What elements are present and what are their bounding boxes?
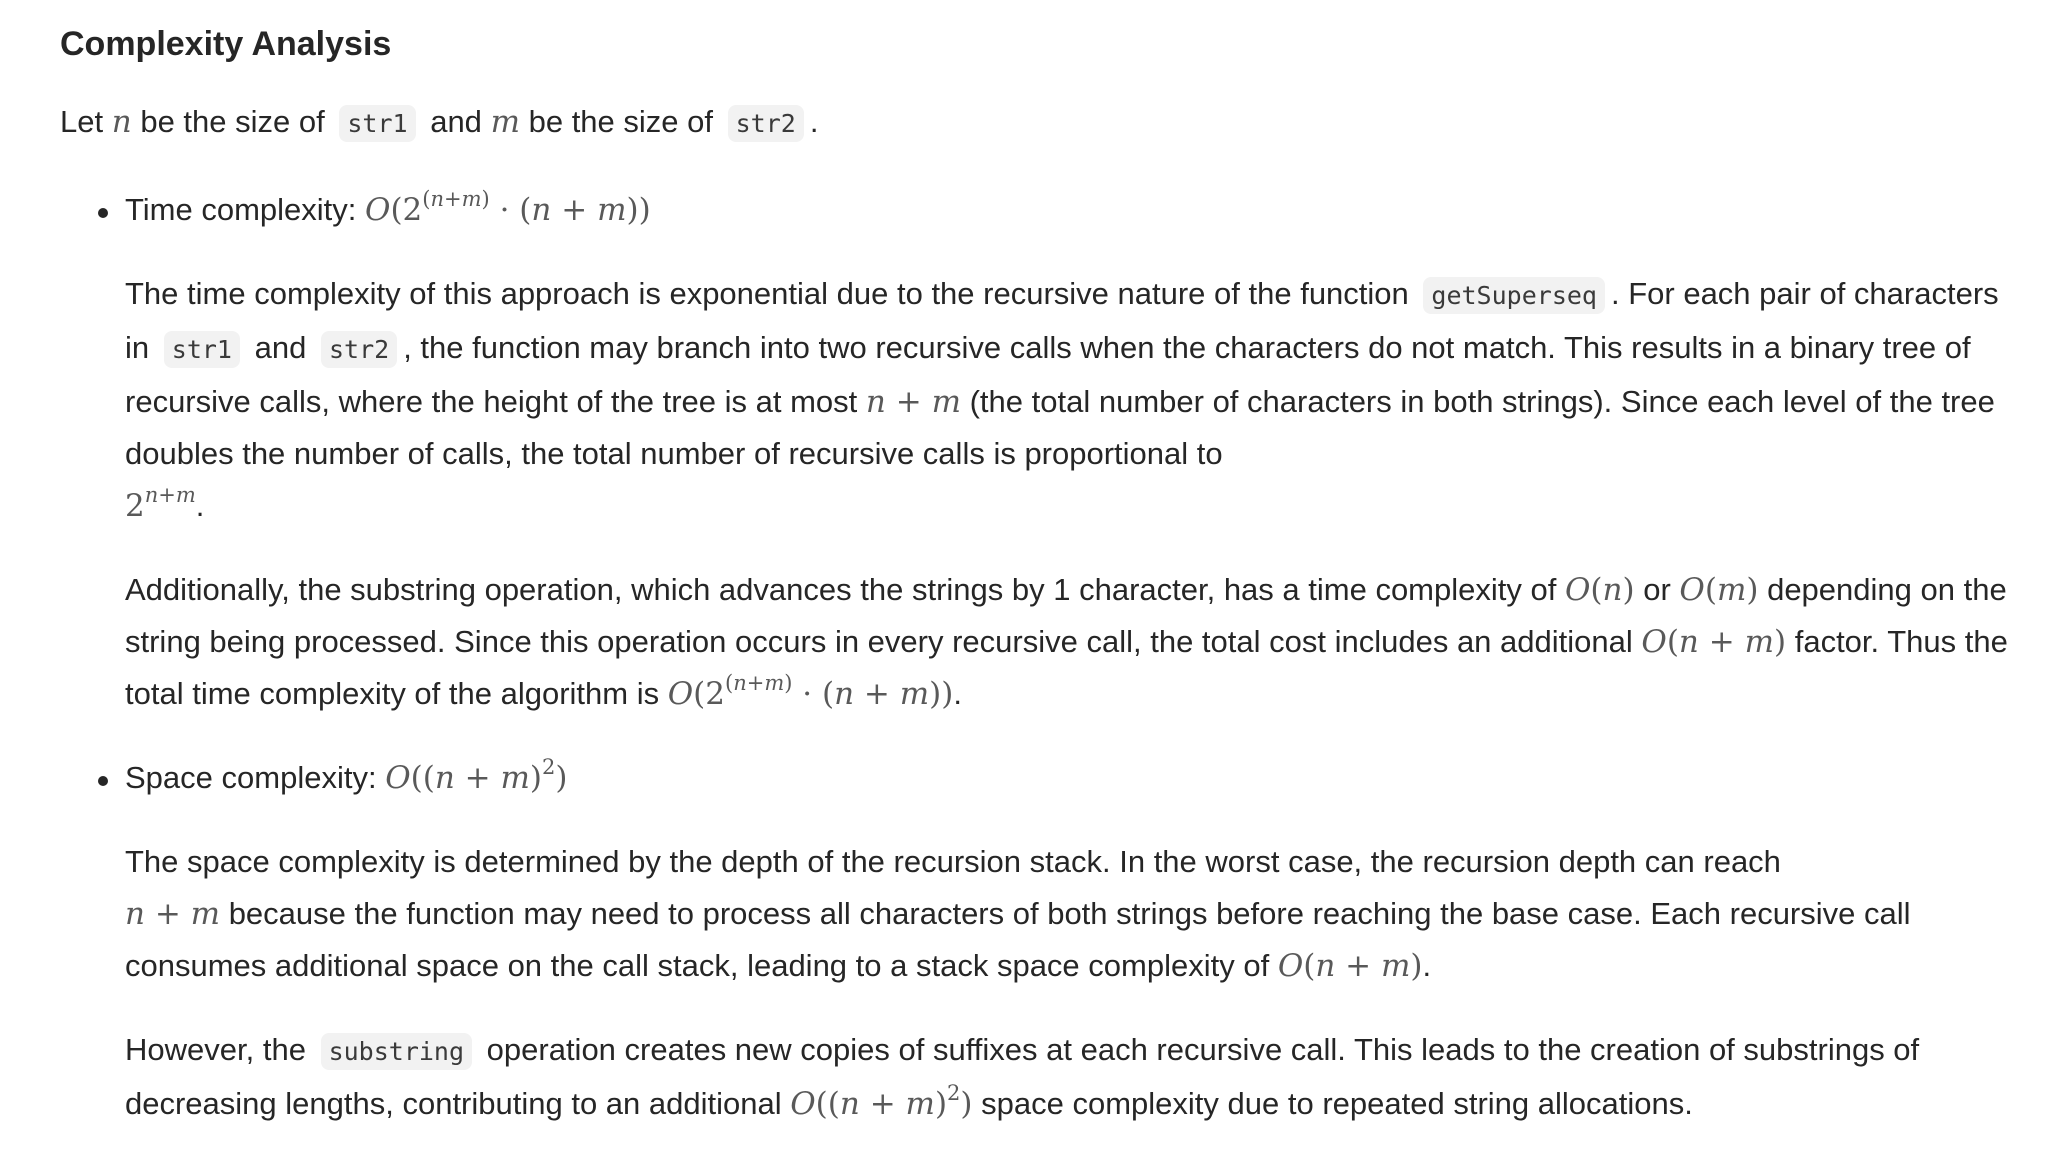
complexity-section: Complexity Analysis Let n be the size of… (60, 18, 2020, 1130)
intro-size-of-1: be the size of (140, 104, 325, 139)
space-complexity-label: Space complexity: (125, 760, 377, 795)
complexity-list: Time complexity: O(2(n+m) · (n + m)) The… (60, 184, 2020, 1130)
space-complexity-formula: O((n + m)2) (385, 755, 568, 797)
code-str1: str1 (163, 331, 240, 368)
math-additional: O((n + m)2) (790, 1081, 973, 1123)
time-complexity-label: Time complexity: (125, 192, 357, 227)
code-str2: str2 (320, 331, 398, 368)
code-str2: str2 (727, 105, 804, 142)
time-complexity-item: Time complexity: O(2(n+m) · (n + m)) The… (60, 184, 2020, 720)
math-total: O(2(n+m) · (n + m)) (667, 671, 954, 713)
space-complexity-title-row: Space complexity: O((n + m)2) (125, 752, 2020, 804)
code-getsuperseq: getSuperseq (1423, 277, 1605, 314)
space-paragraph-2: However, the substring operation creates… (125, 1032, 1920, 1123)
intro-paragraph: Let n be the size of str1 and m be the s… (60, 96, 2020, 150)
bullet-icon (98, 776, 108, 786)
time-paragraph-1: The time complexity of this approach is … (125, 276, 1999, 525)
math-var-n: n (111, 104, 132, 140)
intro-period: . (809, 104, 819, 139)
math-height: n + m (865, 384, 961, 420)
section-heading: Complexity Analysis (60, 25, 392, 63)
math-stack: O(n + m) (1277, 948, 1423, 984)
math-on: O(n) (1564, 572, 1635, 608)
math-factor: O(n + m) (1641, 624, 1787, 660)
time-complexity-title-row: Time complexity: O(2(n+m) · (n + m)) (125, 184, 2020, 236)
math-om: O(m) (1679, 572, 1759, 608)
time-paragraph-2: Additionally, the substring operation, w… (125, 572, 2008, 713)
math-depth: n + m (125, 896, 221, 932)
bullet-icon (98, 208, 108, 218)
code-substring: substring (320, 1033, 473, 1070)
code-str1: str1 (339, 105, 416, 142)
space-paragraph-1: The space complexity is determined by th… (125, 844, 1911, 984)
intro-let: Let (60, 104, 104, 139)
intro-size-of-2: be the size of (528, 104, 713, 139)
space-complexity-item: Space complexity: O((n + m)2) The space … (60, 752, 2020, 1130)
time-complexity-formula: O(2(n+m) · (n + m)) (365, 187, 651, 229)
intro-and: and (430, 104, 482, 139)
math-calls: 2n+m (125, 483, 196, 525)
math-var-m: m (490, 104, 520, 140)
